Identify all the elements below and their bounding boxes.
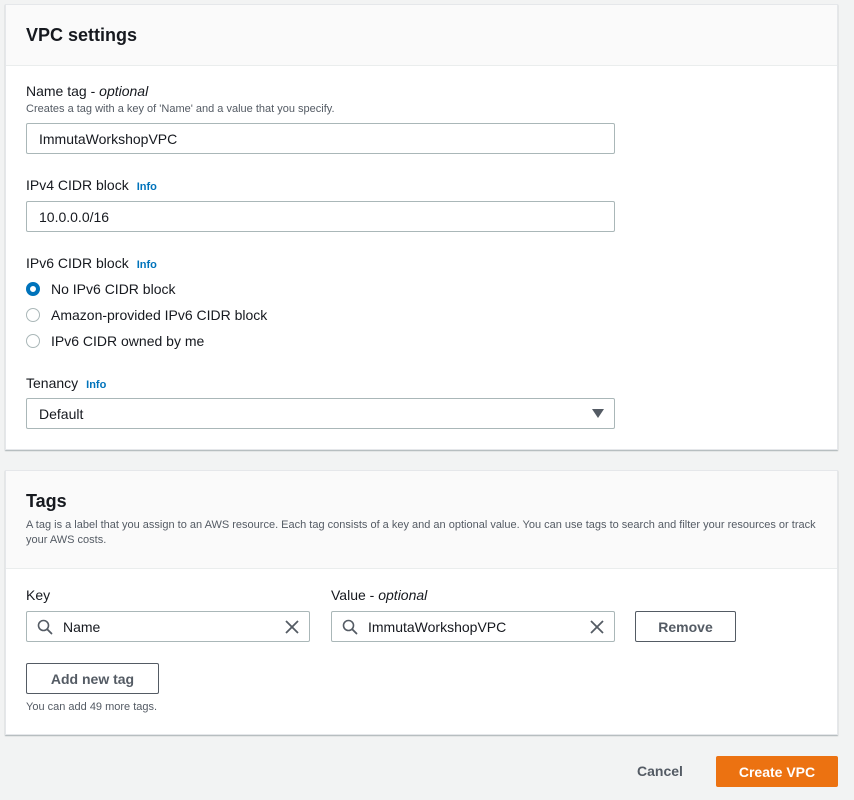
add-new-tag-button[interactable]: Add new tag [26,663,159,694]
vpc-settings-panel: VPC settings Name tag - optional Creates… [5,4,838,450]
ipv4-cidr-value: 10.0.0.0/16 [39,208,110,225]
tags-remaining-hint: You can add 49 more tags. [26,701,158,713]
tag-value-value: ImmutaWorkshopVPC [368,618,507,635]
ipv4-cidr-input[interactable]: 10.0.0.0/16 [26,201,615,232]
ipv6-option-label: No IPv6 CIDR block [51,281,176,297]
create-vpc-button[interactable]: Create VPC [716,756,838,787]
name-tag-description: Creates a tag with a key of 'Name' and a… [26,103,335,115]
tag-value-input[interactable]: ImmutaWorkshopVPC [331,611,615,642]
ipv6-label-text: IPv6 CIDR block [26,255,129,271]
ipv6-option-label: IPv6 CIDR owned by me [51,333,205,349]
name-tag-label: Name tag - optional [26,83,149,99]
vpc-settings-header: VPC settings [6,5,837,66]
ipv6-option-owned[interactable]: IPv6 CIDR owned by me [26,333,204,349]
name-tag-value: ImmutaWorkshopVPC [39,130,178,147]
tags-panel: Tags A tag is a label that you assign to… [5,470,838,735]
search-icon [37,619,53,634]
name-tag-optional: optional [99,83,149,99]
tag-value-label-text: Value [331,587,366,603]
tags-description: A tag is a label that you assign to an A… [26,519,816,546]
name-tag-label-text: Name tag [26,83,87,99]
tag-key-label: Key [26,587,51,603]
ipv6-option-amazon[interactable]: Amazon-provided IPv6 CIDR block [26,307,267,323]
clear-icon[interactable] [283,618,301,636]
clear-icon[interactable] [588,618,606,636]
tag-key-input[interactable]: Name [26,611,310,642]
caret-down-icon [592,409,604,418]
tenancy-select[interactable]: Default [26,398,615,429]
ipv6-option-none[interactable]: No IPv6 CIDR block [26,281,175,297]
tag-value-label: Value - optional [331,587,428,603]
tenancy-label: Tenancy Info [26,375,106,391]
ipv6-info-link[interactable]: Info [137,259,157,271]
ipv6-option-label: Amazon-provided IPv6 CIDR block [51,307,268,323]
name-tag-input[interactable]: ImmutaWorkshopVPC [26,123,615,154]
remove-tag-button[interactable]: Remove [635,611,736,642]
radio-selected-icon[interactable] [26,282,40,296]
tags-title: Tags [26,491,67,511]
ipv4-info-link[interactable]: Info [137,181,157,193]
ipv4-label-text: IPv4 CIDR block [26,177,129,193]
cancel-button[interactable]: Cancel [637,763,683,779]
ipv4-label: IPv4 CIDR block Info [26,177,157,193]
tenancy-value: Default [39,405,84,422]
radio-unselected-icon[interactable] [26,334,40,348]
tags-header: Tags A tag is a label that you assign to… [6,471,837,569]
tag-value-optional: optional [378,587,428,603]
tag-key-value: Name [63,618,101,635]
radio-unselected-icon[interactable] [26,308,40,322]
tenancy-info-link[interactable]: Info [86,379,106,391]
vpc-settings-title: VPC settings [26,24,138,45]
search-icon [342,619,358,634]
tenancy-label-text: Tenancy [26,375,79,391]
ipv6-label: IPv6 CIDR block Info [26,255,157,271]
